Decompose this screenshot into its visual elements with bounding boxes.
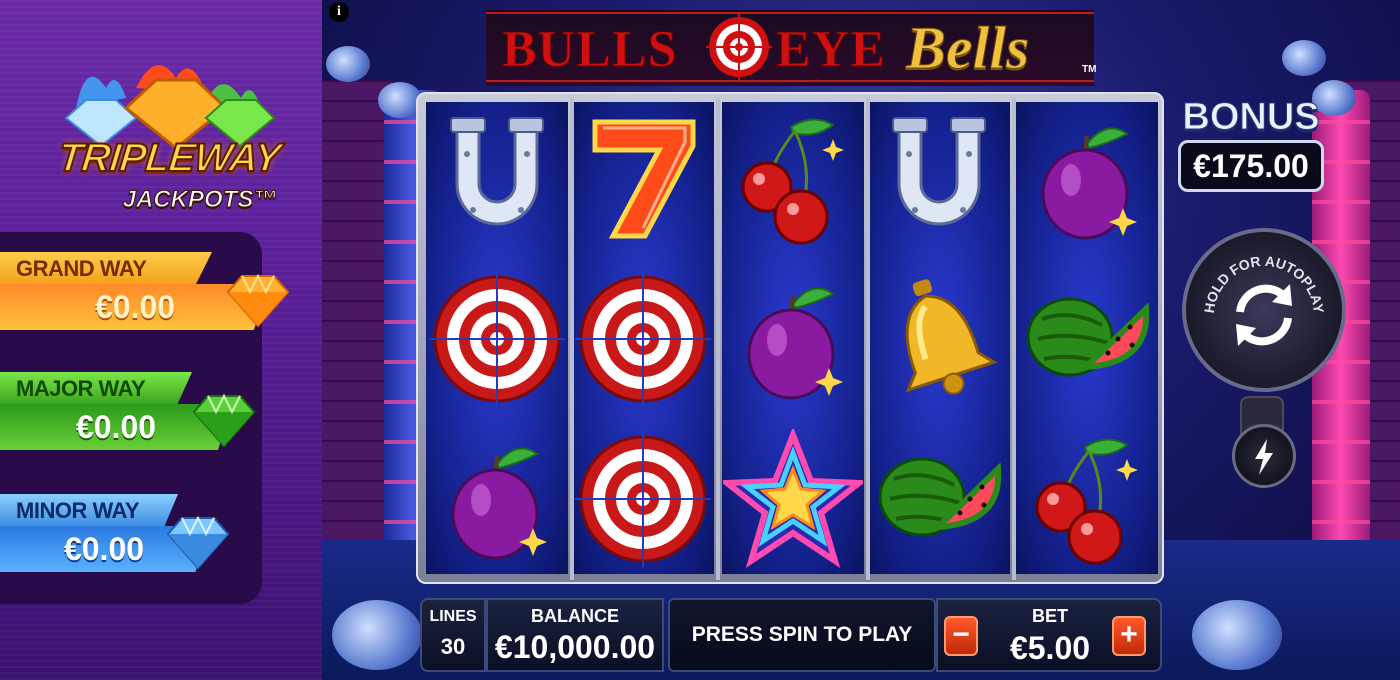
title-bulls: BULLS <box>502 21 678 79</box>
bet-value: €5.00 <box>1009 630 1091 666</box>
bottom-bar: LINES 30 BALANCE €10,000.00 PRESS SPIN T… <box>420 598 1162 672</box>
game-title: BULLS EYE Bells TM <box>486 10 1097 86</box>
speaker-icon <box>1192 600 1282 670</box>
plum-icon <box>1017 104 1157 254</box>
lightning-icon <box>1255 439 1273 475</box>
bet-decrease-button[interactable]: − <box>944 616 978 656</box>
reel-divider <box>570 98 574 580</box>
balance-display: BALANCE €10,000.00 <box>486 598 664 672</box>
triple-way-jackpots-logo: TRIPLEWAY JACKPOTS™ <box>28 48 298 218</box>
reel-divider <box>1012 98 1016 580</box>
target-icon <box>573 264 713 414</box>
bet-control: − BET €5.00 + <box>936 598 1162 672</box>
title-eye: EYE <box>776 21 886 79</box>
spotlight-icon <box>326 46 370 82</box>
balance-label: BALANCE <box>531 606 619 626</box>
green-diamond-icon <box>192 394 256 448</box>
spotlight-icon <box>1282 40 1326 76</box>
autoplay-ring: HOLD FOR AUTOPLAY <box>1201 253 1327 346</box>
lines-value: 30 <box>440 634 466 659</box>
star-icon <box>723 424 863 574</box>
lines-label: LINES <box>429 608 477 625</box>
balance-value: €10,000.00 <box>494 629 656 665</box>
lines-display: LINES 30 <box>420 598 486 672</box>
trademark: TM <box>1082 64 1097 75</box>
turbo-button[interactable] <box>1232 424 1296 488</box>
minor-jackpot-label: MINOR WAY <box>0 494 178 528</box>
horseshoe-icon <box>869 104 1009 254</box>
jackpot-panel: TRIPLEWAY JACKPOTS™ GRAND WAY €0.00 MAJO… <box>0 0 322 680</box>
watermelon-icon <box>1017 264 1157 414</box>
bet-increase-button[interactable]: + <box>1112 616 1146 656</box>
blue-diamond-icon <box>166 516 230 570</box>
major-jackpot-label: MAJOR WAY <box>0 372 192 406</box>
target-icon <box>427 264 567 414</box>
gems-icon <box>64 65 276 148</box>
spin-button[interactable]: PRESS SPIN TO PLAY <box>668 598 936 672</box>
bell-icon <box>869 264 1009 414</box>
autoplay-refresh-icon <box>1236 284 1292 346</box>
cherries-icon <box>723 104 863 254</box>
orange-diamond-icon <box>226 274 290 328</box>
spin-prompt: PRESS SPIN TO PLAY <box>691 623 913 646</box>
grand-jackpot-label: GRAND WAY <box>0 252 212 286</box>
stage-wall-left <box>322 80 392 560</box>
cherries-icon <box>1017 424 1157 574</box>
logo-title: TRIPLEWAY <box>55 135 283 181</box>
autoplay-button[interactable]: HOLD FOR AUTOPLAY <box>1182 228 1346 392</box>
horseshoe-icon <box>427 104 567 254</box>
reel-divider <box>866 98 870 580</box>
plum-icon <box>427 424 567 574</box>
info-button[interactable]: i <box>329 2 349 22</box>
watermelon-icon <box>869 424 1009 574</box>
title-bells: Bells <box>905 15 1030 82</box>
seven-icon <box>573 104 713 254</box>
svg-text:HOLD FOR AUTOPLAY: HOLD FOR AUTOPLAY <box>1201 253 1327 315</box>
autoplay-label: HOLD FOR AUTOPLAY <box>1201 253 1327 315</box>
plum-icon <box>723 264 863 414</box>
bonus-value: €175.00 <box>1178 140 1324 192</box>
bet-label: BET <box>1032 606 1068 626</box>
bullseye-icon <box>706 14 772 80</box>
logo-subtitle: JACKPOTS™ <box>122 186 278 214</box>
target-icon <box>573 424 713 574</box>
speaker-icon <box>332 600 422 670</box>
reel-divider <box>716 98 720 580</box>
bonus-label: BONUS <box>1182 96 1320 139</box>
